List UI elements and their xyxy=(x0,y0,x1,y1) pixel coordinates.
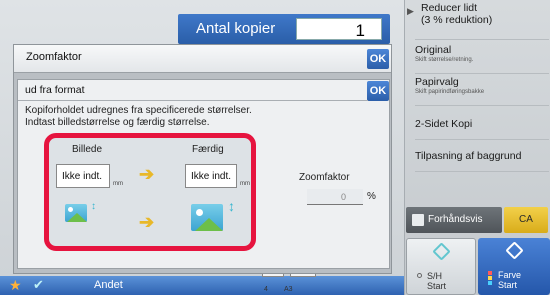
color-indicator-icon xyxy=(488,271,493,287)
preview-label: Forhåndsvis xyxy=(428,214,483,225)
paper-size: A3 xyxy=(284,286,293,293)
finished-size-input[interactable]: Ikke indt. xyxy=(185,164,237,188)
rp-sub: Skift papirindføringsbakke xyxy=(415,89,485,95)
copies-input[interactable]: 1 xyxy=(296,18,382,40)
copies-bar: Antal kopier 1 xyxy=(178,14,390,44)
bottom-bar: ★ ✔ Andet xyxy=(0,276,404,295)
copies-value: 1 xyxy=(355,21,365,40)
by-size-dialog: ud fra format OK Kopiforholdet udregnes … xyxy=(17,79,390,269)
zoom-ok-button[interactable]: OK xyxy=(367,49,389,69)
zoom-value: 0 xyxy=(340,192,346,202)
size-input-group: Billede Færdig Ikke indt. mm ➔ Ikke indt… xyxy=(44,133,256,251)
finished-size-value: Ikke indt. xyxy=(191,171,232,182)
reduce-slightly-item[interactable]: ▶ Reducer lidt (3 % reduktion) xyxy=(407,2,549,40)
image-icon xyxy=(191,204,223,231)
paper-count: 4 xyxy=(264,286,268,293)
background-adjust-item[interactable]: Tilpasning af baggrund xyxy=(415,142,549,172)
color-start-button[interactable]: Farve Start xyxy=(478,238,550,295)
preview-icon xyxy=(412,214,424,226)
finished-unit: mm xyxy=(240,181,250,187)
vertical-arrow-icon: ↕ xyxy=(228,198,235,214)
paper-select-item[interactable]: Papirvalg Skift papirindføringsbakke xyxy=(415,76,549,106)
zoom-label: Zoomfaktor xyxy=(299,172,350,183)
by-size-title: ud fra format xyxy=(25,84,85,96)
divider xyxy=(18,100,368,101)
bw-start-button[interactable]: S/H Start xyxy=(406,238,476,295)
original-size-value: Ikke indt. xyxy=(62,171,103,182)
rp-title: Reducer lidt (3 % reduktion) xyxy=(421,2,493,26)
zoom-percent-unit: % xyxy=(367,191,376,202)
vertical-arrow-icon: ↕ xyxy=(91,201,96,212)
bw-indicator-icon xyxy=(417,273,422,278)
image-icon xyxy=(65,204,87,222)
zoom-dialog-header: Zoomfaktor OK xyxy=(14,45,391,73)
ca-button[interactable]: CA xyxy=(504,207,548,233)
checkmark-icon[interactable]: ✔ xyxy=(33,277,44,293)
finished-header: Færdig xyxy=(192,144,224,155)
copies-label: Antal kopier xyxy=(196,20,276,37)
other-label[interactable]: Andet xyxy=(94,279,123,291)
original-item[interactable]: Original Skift størrelse/retning. xyxy=(415,44,549,74)
zoom-value-field: 0 xyxy=(307,189,363,205)
bw-start-label: S/H Start xyxy=(427,271,447,291)
original-unit: mm xyxy=(113,181,123,187)
duplex-copy-item[interactable]: 2-Sidet Kopi xyxy=(415,110,549,140)
rp-title: Papirvalg xyxy=(415,76,459,88)
arrow-right-icon: ➔ xyxy=(139,164,155,184)
rp-sub: Skift størrelse/retning. xyxy=(415,57,474,63)
star-icon[interactable]: ★ xyxy=(9,277,22,294)
rp-title: Original xyxy=(415,44,452,56)
by-size-description: Kopiforholdet udregnes fra specificerede… xyxy=(25,105,252,128)
rp-title: 2-Sidet Kopi xyxy=(415,118,473,130)
color-start-label: Farve Start xyxy=(498,270,522,290)
chevron-right-icon: ▶ xyxy=(407,6,414,16)
by-size-ok-button[interactable]: OK xyxy=(367,81,389,101)
zoom-dialog-title: Zoomfaktor xyxy=(26,51,82,63)
preview-button[interactable]: Forhåndsvis xyxy=(406,207,502,233)
arrow-right-icon: ➔ xyxy=(139,212,155,232)
original-header: Billede xyxy=(72,144,103,155)
original-size-input[interactable]: Ikke indt. xyxy=(56,164,110,188)
start-diamond-icon xyxy=(505,241,524,260)
rp-title: Tilpasning af baggrund xyxy=(415,150,522,162)
start-diamond-icon xyxy=(432,242,451,261)
